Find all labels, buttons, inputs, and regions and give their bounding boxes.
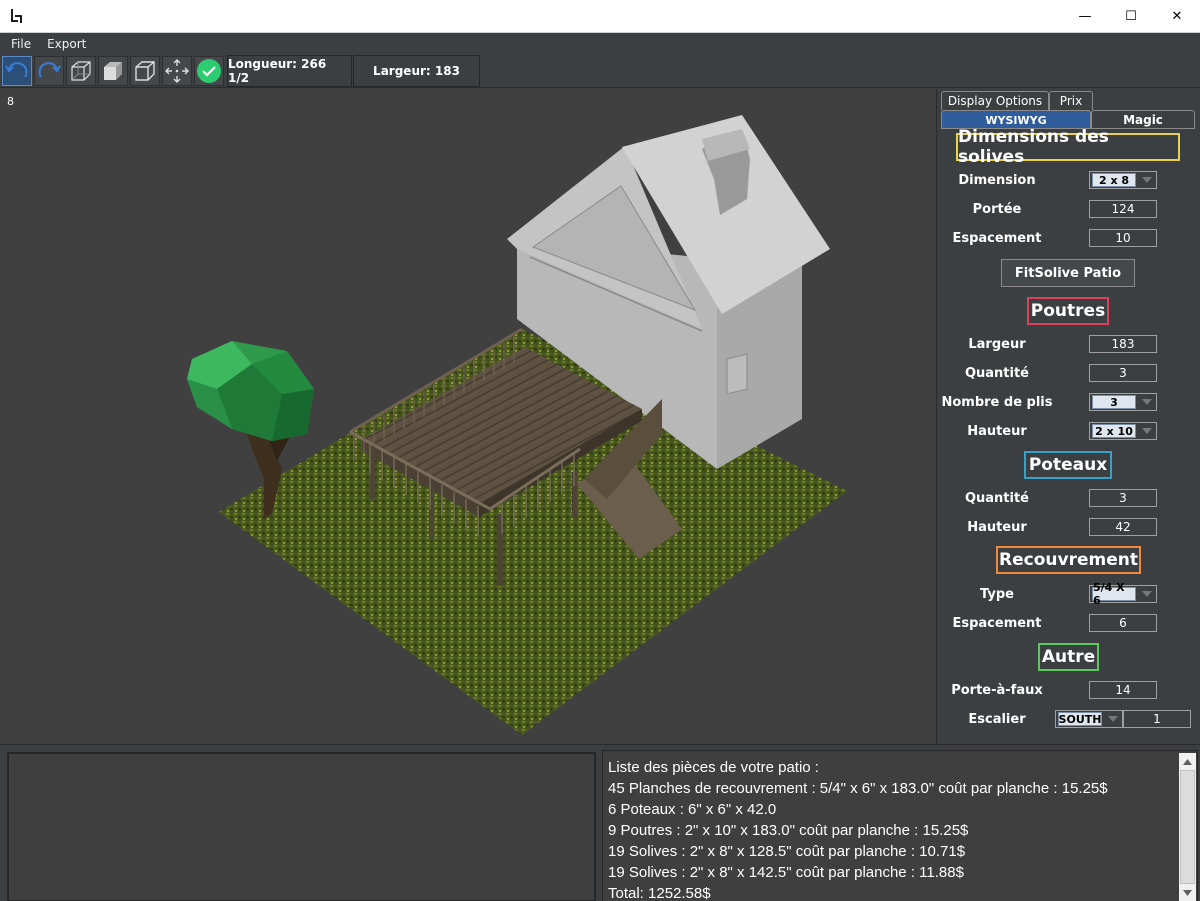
parts-list-panel[interactable]: Liste des pièces de votre patio : 45 Pla…	[602, 750, 1198, 901]
parts-list-line: Total: 1252.58$	[608, 885, 711, 901]
recouvrement-type-select[interactable]: 5/4 X 6	[1089, 581, 1157, 607]
poteaux-hauteur-label: Hauteur	[967, 520, 1027, 535]
section-autre-title: Autre	[1038, 643, 1099, 671]
chevron-down-icon[interactable]	[1140, 395, 1154, 409]
poutres-hauteur-label: Hauteur	[967, 424, 1027, 439]
solid-cube-icon	[104, 62, 122, 80]
close-button[interactable]: ✕	[1154, 0, 1200, 33]
undo-icon	[5, 62, 28, 78]
poteaux-quantite-label: Quantité	[964, 491, 1030, 506]
escalier-direction-value: SOUTH	[1058, 712, 1102, 726]
length-display: Longueur: 266 1/2	[227, 55, 352, 87]
solives-dimension-label: Dimension	[958, 173, 1036, 188]
toolbar: Longueur: 266 1/2 Largeur: 183	[0, 54, 1200, 88]
tab-prix[interactable]: Prix	[1049, 91, 1093, 110]
minimize-button[interactable]: —	[1062, 0, 1108, 33]
escalier-direction-select[interactable]: SOUTH	[1055, 710, 1123, 728]
recouvrement-type-label: Type	[980, 587, 1014, 602]
parts-list-line: 19 Solives : 2" x 8" x 142.5" coût par p…	[608, 864, 964, 881]
redo-button[interactable]	[34, 56, 64, 86]
empty-panel	[7, 752, 596, 901]
section-recouvrement-title: Recouvrement	[996, 546, 1141, 574]
poutres-plis-value: 3	[1092, 395, 1136, 409]
chevron-down-icon[interactable]	[1140, 424, 1154, 438]
poutres-plis-select[interactable]: 3	[1089, 393, 1157, 411]
poteaux-quantite-field[interactable]: 3	[1089, 489, 1157, 507]
poutres-plis-label: Nombre de plis	[941, 395, 1053, 410]
poutres-largeur-field[interactable]: 183	[1089, 335, 1157, 353]
scroll-down-icon[interactable]	[1179, 884, 1196, 901]
autre-escalier-label: Escalier	[968, 712, 1026, 727]
parts-list-line: 45 Planches de recouvrement : 5/4" x 6" …	[608, 780, 1108, 797]
menu-export[interactable]: Export	[39, 37, 94, 51]
chevron-down-icon[interactable]	[1140, 173, 1154, 187]
parts-list-line: 6 Poteaux : 6" x 6" x 42.0	[608, 801, 777, 818]
title-bar: — ☐ ✕	[0, 0, 1200, 33]
outline-view-button[interactable]	[130, 56, 160, 86]
wireframe-cube-icon	[71, 61, 91, 81]
poteaux-hauteur-field[interactable]: 42	[1089, 518, 1157, 536]
confirm-check-icon	[197, 59, 221, 83]
redo-icon	[38, 62, 61, 78]
parts-list: Liste des pièces de votre patio : 45 Pla…	[608, 757, 1173, 901]
poutres-hauteur-value: 2 x 10	[1092, 424, 1136, 438]
wireframe-view-button[interactable]	[66, 56, 96, 86]
scroll-up-icon[interactable]	[1179, 753, 1196, 770]
menu-file[interactable]: File	[3, 37, 39, 51]
solives-espacement-field[interactable]: 10	[1089, 229, 1157, 247]
properties-panel: Display Options Prix WYSIWYG Magic Dimen…	[936, 89, 1200, 744]
scroll-thumb[interactable]	[1180, 770, 1195, 884]
fitsolive-button[interactable]: FitSolive Patio	[1001, 259, 1135, 287]
solives-dimension-select[interactable]: 2 x 8	[1089, 171, 1157, 189]
width-display: Largeur: 183	[353, 55, 480, 87]
recouvrement-espacement-label: Espacement	[952, 616, 1042, 631]
poutres-largeur-label: Largeur	[968, 337, 1026, 352]
app-icon	[11, 9, 22, 23]
patio-3d-scene[interactable]	[2, 89, 935, 744]
chevron-down-icon[interactable]	[1106, 712, 1120, 726]
fps-counter: 8	[7, 95, 14, 108]
tab-display-options[interactable]: Display Options	[941, 91, 1049, 110]
recouvrement-type-value: 5/4 X 6	[1092, 581, 1136, 607]
recouvrement-espacement-field[interactable]: 6	[1089, 614, 1157, 632]
autre-porte-a-faux-field[interactable]: 14	[1089, 681, 1157, 699]
poutres-hauteur-select[interactable]: 2 x 10	[1089, 422, 1157, 440]
outline-cube-icon	[135, 61, 155, 81]
solives-portee-label: Portée	[972, 202, 1022, 217]
3d-viewport[interactable]: 8	[2, 89, 935, 744]
chevron-down-icon[interactable]	[1140, 587, 1154, 601]
maximize-button[interactable]: ☐	[1108, 0, 1154, 33]
move-button[interactable]	[162, 56, 192, 86]
parts-list-line: Liste des pièces de votre patio :	[608, 759, 819, 776]
menu-bar: File Export	[0, 33, 1200, 54]
vertical-scrollbar[interactable]	[1179, 753, 1196, 901]
parts-list-line: 19 Solives : 2" x 8" x 128.5" coût par p…	[608, 843, 966, 860]
confirm-button[interactable]	[194, 56, 224, 86]
move-arrows-icon	[165, 59, 189, 83]
section-poutres-title: Poutres	[1027, 297, 1109, 325]
poutres-quantite-field[interactable]: 3	[1089, 364, 1157, 382]
solid-view-button[interactable]	[98, 56, 128, 86]
section-solives-title: Dimensions des solives	[956, 127, 1180, 167]
bottom-area: Liste des pièces de votre patio : 45 Pla…	[0, 744, 1200, 901]
section-poteaux-title: Poteaux	[1024, 451, 1112, 479]
parts-list-line: 9 Poutres : 2" x 10" x 183.0" coût par p…	[608, 822, 969, 839]
solives-dimension-value: 2 x 8	[1092, 173, 1136, 187]
solives-espacement-label: Espacement	[952, 231, 1042, 246]
solives-portee-field[interactable]: 124	[1089, 200, 1157, 218]
undo-button[interactable]	[2, 56, 32, 86]
escalier-count-field[interactable]: 1	[1123, 710, 1191, 728]
poutres-quantite-label: Quantité	[964, 366, 1030, 381]
autre-porte-a-faux-label: Porte-à-faux	[951, 683, 1043, 698]
